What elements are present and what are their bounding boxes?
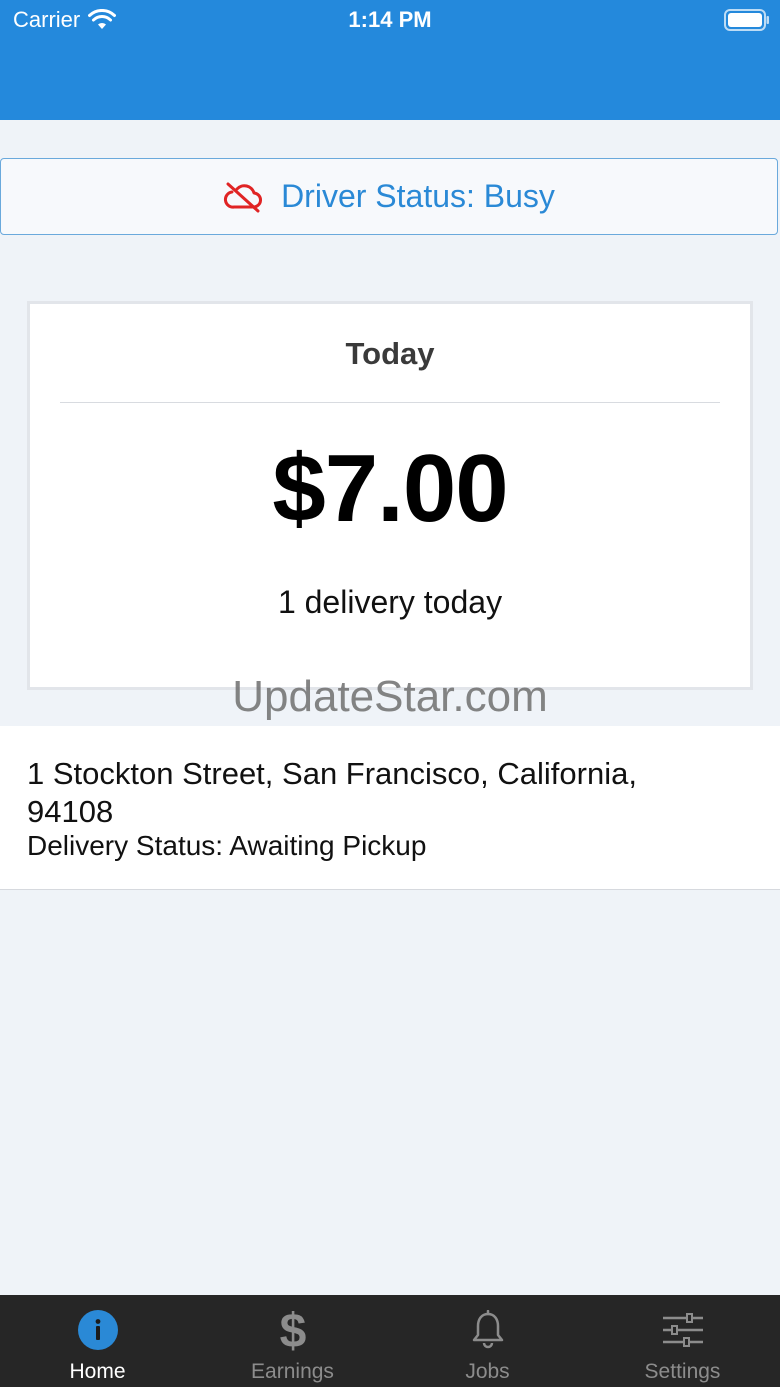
tab-home[interactable]: Home (0, 1295, 195, 1387)
tab-label-jobs: Jobs (465, 1360, 510, 1383)
cloud-off-icon (224, 182, 263, 212)
delivery-status: Delivery Status: Awaiting Pickup (27, 830, 427, 861)
header-bar: Carrier 1:14 PM (0, 0, 780, 120)
sliders-icon (662, 1309, 704, 1351)
tab-settings[interactable]: Settings (585, 1295, 780, 1387)
delivery-address: 1 Stockton Street, San Francisco, Califo… (27, 756, 637, 829)
tab-label-settings: Settings (644, 1360, 721, 1383)
today-earnings-card: Today $7.00 1 delivery today (27, 301, 753, 690)
tab-jobs[interactable]: Jobs (390, 1295, 585, 1387)
status-bar: Carrier 1:14 PM (0, 0, 780, 40)
tab-bar: Home $ Earnings Jobs Settings (0, 1295, 780, 1387)
tab-earnings[interactable]: $ Earnings (195, 1295, 390, 1387)
tab-label-earnings: Earnings (251, 1360, 334, 1383)
tab-label-home: Home (69, 1360, 126, 1383)
today-title: Today (345, 336, 435, 371)
battery-icon (724, 9, 769, 31)
info-icon (77, 1309, 119, 1351)
svg-text:$: $ (279, 1307, 306, 1353)
clock: 1:14 PM (348, 7, 432, 32)
driver-status-button[interactable]: Driver Status: Busy (0, 158, 778, 235)
delivery-list-item[interactable]: 1 Stockton Street, San Francisco, Califo… (0, 726, 780, 890)
app-screen: Carrier 1:14 PM Driver Status: Busy Toda… (0, 0, 780, 1387)
delivery-count: 1 delivery today (277, 584, 503, 620)
watermark: UpdateStar.com (232, 672, 548, 721)
driver-status-label: Driver Status: Busy (281, 178, 555, 214)
card-divider (60, 402, 720, 403)
dollar-icon: $ (272, 1307, 314, 1353)
earnings-amount: $7.00 (272, 435, 508, 542)
bell-icon (467, 1309, 509, 1351)
